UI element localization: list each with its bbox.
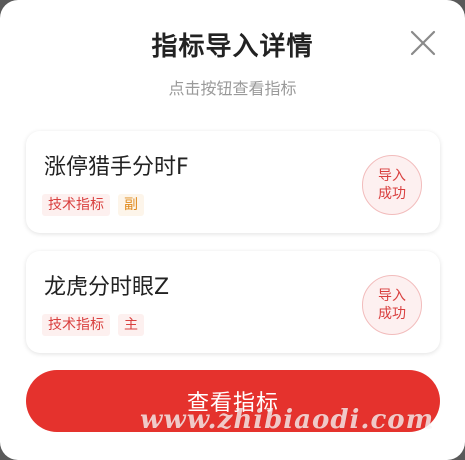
import-details-modal: 指标导入详情 点击按钮查看指标 涨停猎手分时F 技术指标 副 导入 成功 龙虎分…: [0, 0, 465, 460]
indicator-tags: 技术指标 主: [42, 314, 144, 336]
indicator-card: 龙虎分时眼Z 技术指标 主 导入 成功: [26, 251, 440, 353]
indicator-tags: 技术指标 副: [42, 194, 144, 216]
import-success-badge: 导入 成功: [362, 155, 422, 215]
badge-line1: 导入: [378, 288, 406, 304]
indicator-card: 涨停猎手分时F 技术指标 副 导入 成功: [26, 131, 440, 233]
modal-subtitle: 点击按钮查看指标: [168, 79, 297, 98]
tag-secondary: 副: [118, 194, 144, 216]
badge-line1: 导入: [378, 168, 406, 184]
indicator-name: 龙虎分时眼Z: [44, 275, 170, 300]
tag-technical: 技术指标: [42, 314, 110, 336]
badge-line2: 成功: [378, 306, 406, 322]
import-success-badge: 导入 成功: [362, 275, 422, 335]
close-icon[interactable]: [406, 26, 440, 60]
tag-primary: 主: [118, 314, 144, 336]
modal-title: 指标导入详情: [151, 32, 314, 62]
badge-line2: 成功: [378, 186, 406, 202]
view-indicators-button[interactable]: 查看指标: [26, 370, 440, 432]
tag-technical: 技术指标: [42, 194, 110, 216]
indicator-name: 涨停猎手分时F: [44, 155, 189, 180]
